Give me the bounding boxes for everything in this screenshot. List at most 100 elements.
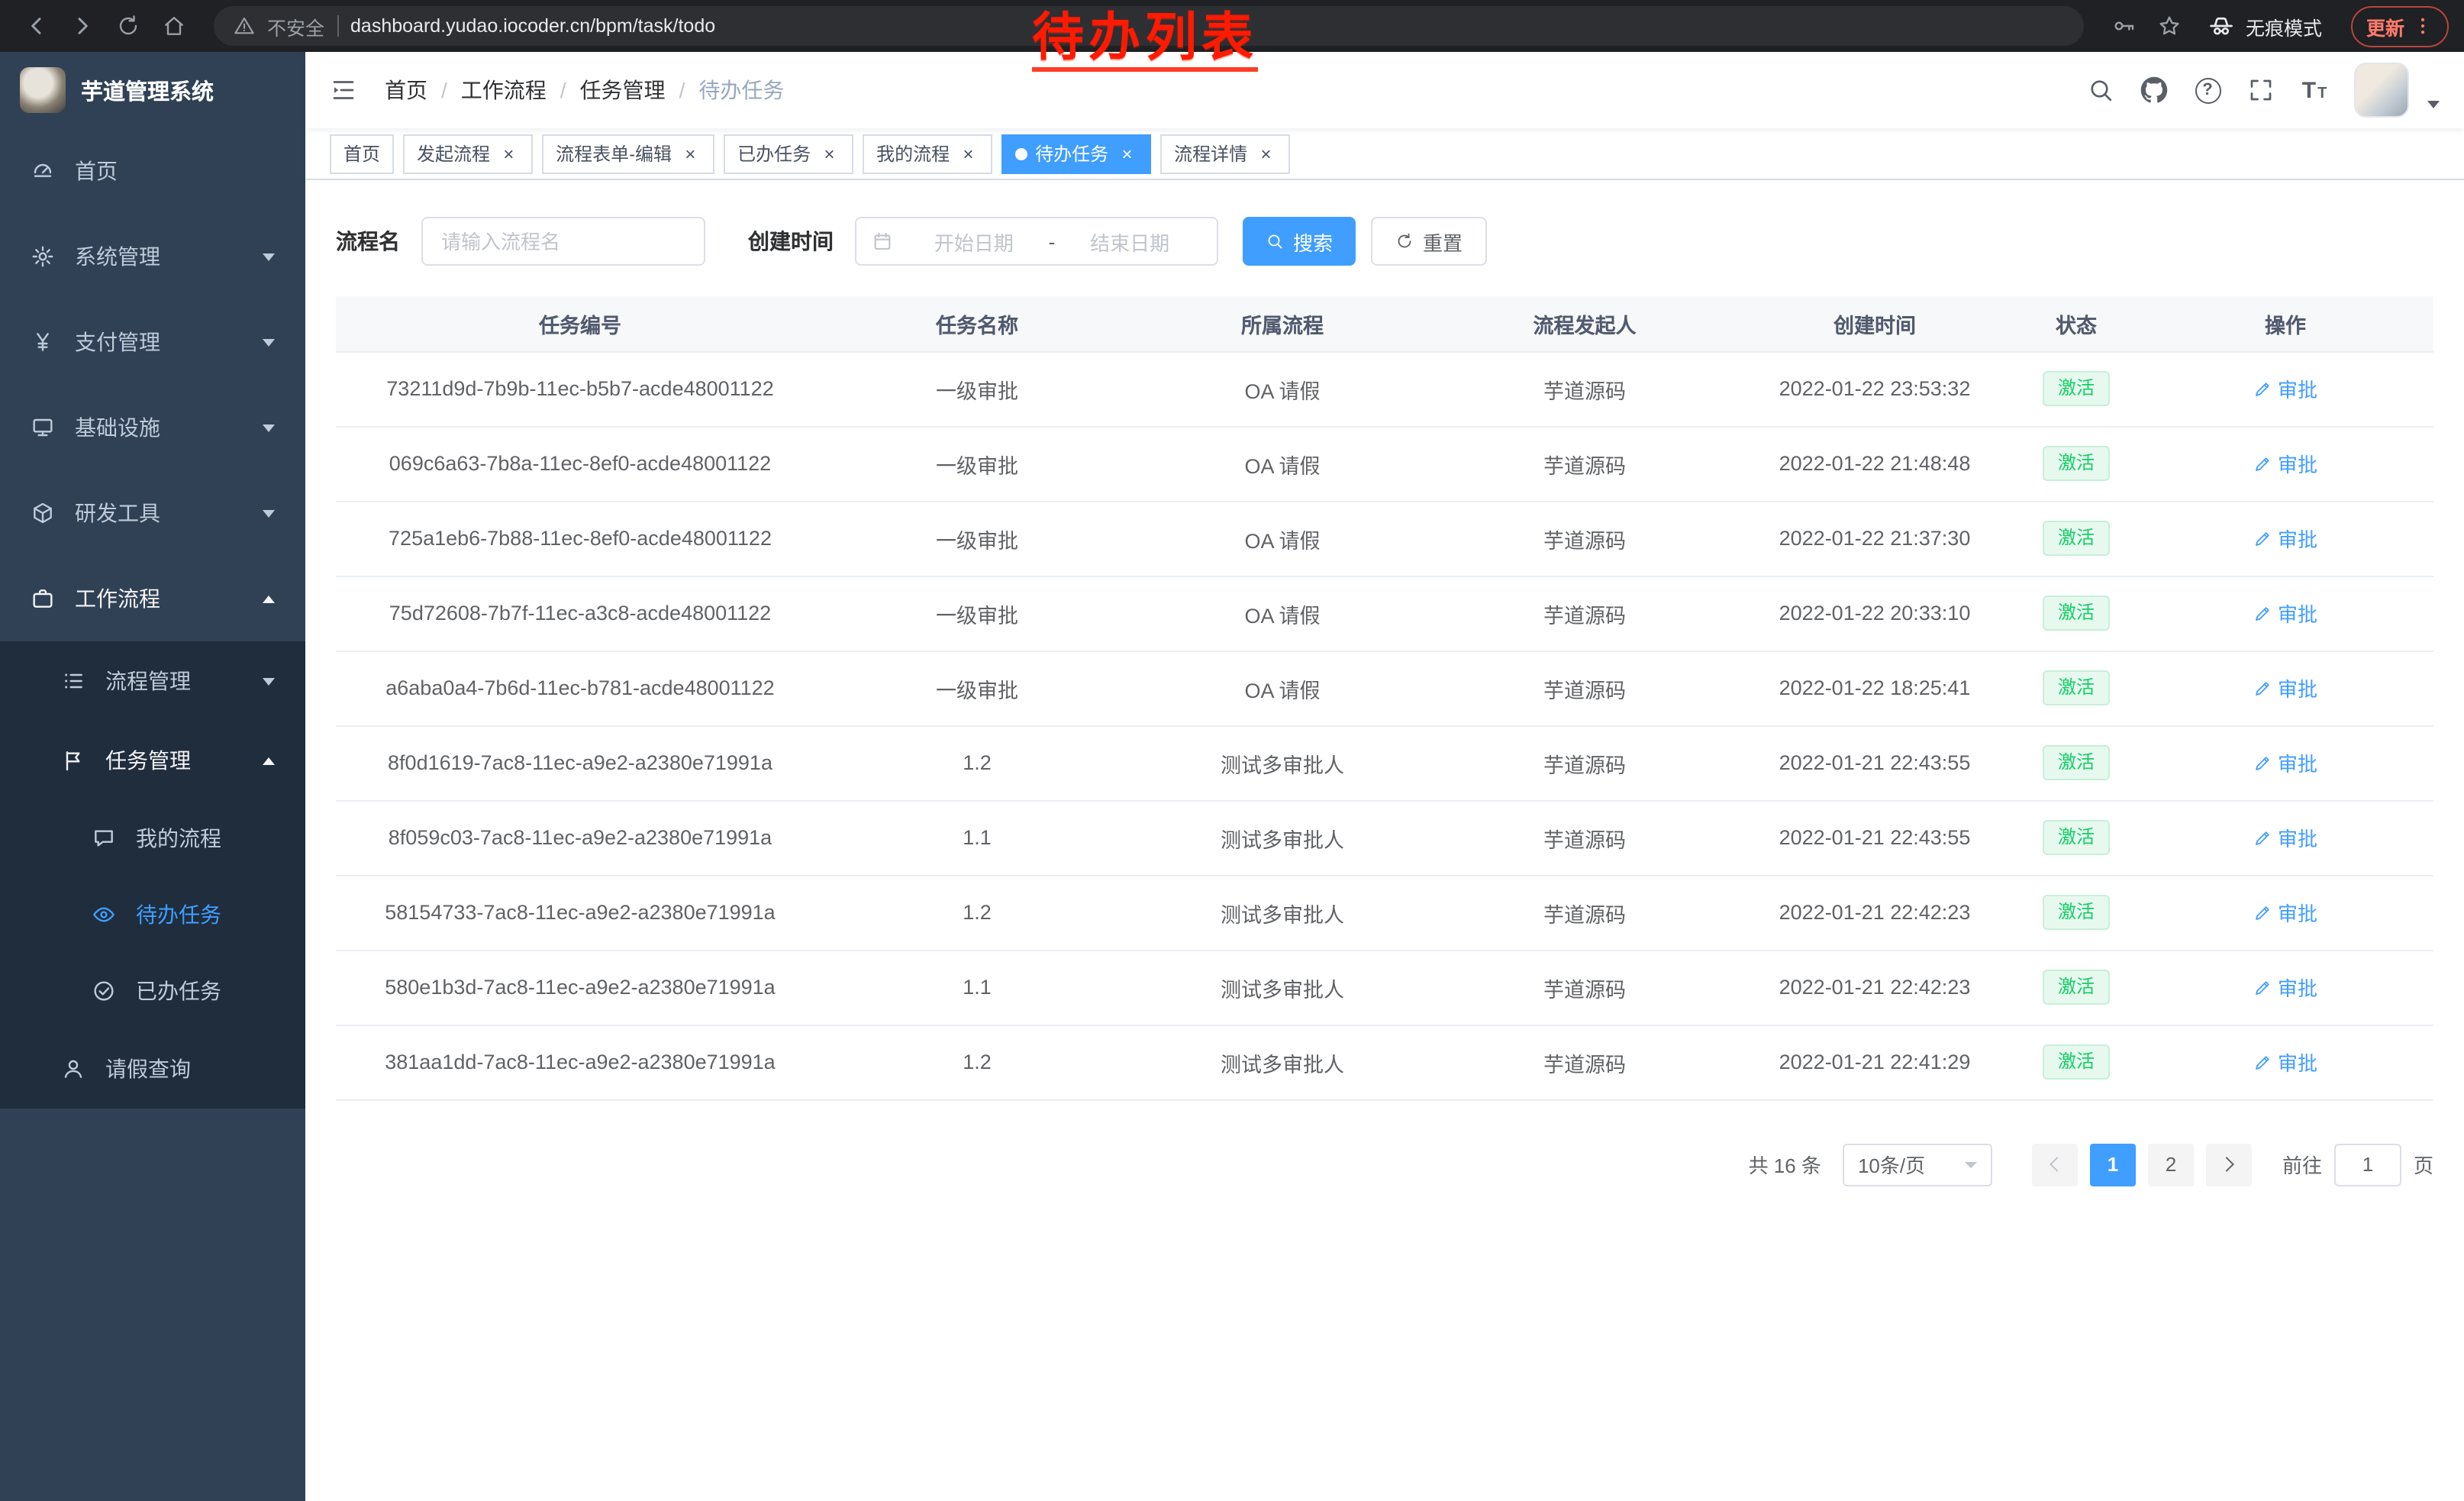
table-row[interactable]: 75d72608-7b7f-11ec-a3c8-acde48001122 一级审… xyxy=(336,576,2433,650)
close-icon[interactable] xyxy=(498,143,519,164)
sidebar-item-payment[interactable]: 支付管理 xyxy=(0,299,305,385)
table-row[interactable]: 58154733-7ac8-11ec-a9e2-a2380e71991a 1.2… xyxy=(336,875,2433,950)
sidebar-item-infra[interactable]: 基础设施 xyxy=(0,385,305,470)
close-icon[interactable] xyxy=(1116,143,1137,164)
reload-icon[interactable] xyxy=(107,6,150,46)
tab[interactable]: 流程详情 xyxy=(1160,134,1290,173)
bookmark-star-icon[interactable] xyxy=(2148,6,2191,46)
approve-link[interactable]: 审批 xyxy=(2253,898,2317,927)
cell-status: 激活 xyxy=(2015,501,2137,576)
caret-down-icon[interactable] xyxy=(2427,101,2440,108)
sidebar-item-home[interactable]: 首页 xyxy=(0,128,305,214)
prev-page-button[interactable] xyxy=(2032,1143,2078,1186)
help-icon[interactable] xyxy=(2188,70,2227,110)
approve-link[interactable]: 审批 xyxy=(2253,748,2317,777)
sidebar-item-system[interactable]: 系统管理 xyxy=(0,214,305,299)
table-row[interactable]: 069c6a63-7b8a-11ec-8ef0-acde48001122 一级审… xyxy=(336,426,2433,501)
close-icon[interactable] xyxy=(679,143,701,164)
sidebar-item-todo-tasks[interactable]: 待办任务 xyxy=(0,876,305,953)
key-icon[interactable] xyxy=(2102,6,2145,46)
forward-icon[interactable] xyxy=(61,6,104,46)
app-logo[interactable]: 芋道管理系统 xyxy=(0,52,305,128)
page-number-button[interactable]: 2 xyxy=(2148,1143,2194,1186)
sidebar-item-leave-query[interactable]: 请假查询 xyxy=(0,1029,305,1109)
table-row[interactable]: 8f0d1619-7ac8-11ec-a9e2-a2380e71991a 1.2… xyxy=(336,725,2433,800)
close-icon[interactable] xyxy=(1255,143,1276,164)
search-icon[interactable] xyxy=(2081,70,2121,110)
pagination: 共 16 条 10条/页 1 2 前往 页 xyxy=(336,1143,2433,1186)
cell-task-id: 725a1eb6-7b88-11ec-8ef0-acde48001122 xyxy=(336,501,824,576)
sidebar-item-process-mgmt[interactable]: 流程管理 xyxy=(0,641,305,721)
tab[interactable]: 发起流程 xyxy=(403,134,533,173)
breadcrumb-separator: / xyxy=(441,78,447,102)
reset-button[interactable]: 重置 xyxy=(1371,217,1487,266)
yen-icon xyxy=(31,330,55,354)
font-size-icon[interactable] xyxy=(2295,70,2334,110)
goto-page-input[interactable] xyxy=(2334,1143,2401,1186)
sidebar-item-devtools[interactable]: 研发工具 xyxy=(0,470,305,556)
user-icon xyxy=(61,1057,85,1081)
sidebar-item-task-mgmt[interactable]: 任务管理 xyxy=(0,721,305,800)
approve-link[interactable]: 审批 xyxy=(2253,524,2317,553)
sidebar-item-done-tasks[interactable]: 已办任务 xyxy=(0,953,305,1029)
approve-link[interactable]: 审批 xyxy=(2253,973,2317,1002)
github-icon[interactable] xyxy=(2134,70,2174,110)
table-row[interactable]: 580e1b3d-7ac8-11ec-a9e2-a2380e71991a 1.1… xyxy=(336,950,2433,1025)
breadcrumb-workflow[interactable]: 工作流程 xyxy=(461,75,547,105)
tab[interactable]: 已办任务 xyxy=(724,134,853,173)
sidebar-toggle-icon[interactable] xyxy=(330,76,357,104)
table-row[interactable]: 8f059c03-7ac8-11ec-a9e2-a2380e71991a 1.1… xyxy=(336,800,2433,875)
close-icon[interactable] xyxy=(818,143,840,164)
cell-starter: 芋道源码 xyxy=(1435,351,1734,426)
tab[interactable]: 待办任务 xyxy=(1001,134,1151,173)
back-icon[interactable] xyxy=(15,6,58,46)
breadcrumb: 首页 / 工作流程 / 任务管理 / 待办任务 xyxy=(385,75,784,105)
menu-label: 工作流程 xyxy=(75,583,160,614)
cell-create-time: 2022-01-21 22:41:29 xyxy=(1734,1025,2015,1099)
page-size-select[interactable]: 10条/页 xyxy=(1843,1143,1992,1186)
table-row[interactable]: 725a1eb6-7b88-11ec-8ef0-acde48001122 一级审… xyxy=(336,501,2433,576)
chevron-left-icon xyxy=(2050,1157,2065,1172)
workflow-submenu: 流程管理 任务管理 我的流程 待办任务 xyxy=(0,641,305,1109)
next-page-button[interactable] xyxy=(2206,1143,2252,1186)
breadcrumb-task-mgmt[interactable]: 任务管理 xyxy=(580,75,666,105)
sidebar-item-workflow[interactable]: 工作流程 xyxy=(0,556,305,641)
tab-label: 发起流程 xyxy=(417,140,490,166)
page-number-button[interactable]: 1 xyxy=(2090,1143,2136,1186)
search-button[interactable]: 搜索 xyxy=(1243,217,1356,266)
approve-link-label: 审批 xyxy=(2278,898,2317,927)
table-row[interactable]: a6aba0a4-7b6d-11ec-b781-acde48001122 一级审… xyxy=(336,650,2433,725)
process-name-input[interactable] xyxy=(421,217,705,266)
start-date-placeholder[interactable]: 开始日期 xyxy=(902,227,1046,256)
tab[interactable]: 流程表单-编辑 xyxy=(542,134,714,173)
breadcrumb-home[interactable]: 首页 xyxy=(385,75,427,105)
url-text[interactable]: dashboard.yudao.iocoder.cn/bpm/task/todo xyxy=(350,15,715,37)
chat-icon xyxy=(92,826,116,851)
chevron-up-icon xyxy=(263,757,275,764)
cell-process: OA 请假 xyxy=(1130,426,1435,501)
approve-link[interactable]: 审批 xyxy=(2253,449,2317,478)
tab[interactable]: 我的流程 xyxy=(863,134,992,173)
update-button[interactable]: 更新 xyxy=(2351,5,2449,47)
date-range-picker[interactable]: 开始日期 - 结束日期 xyxy=(855,217,1218,266)
kebab-menu-icon[interactable] xyxy=(2412,15,2433,37)
approve-link[interactable]: 审批 xyxy=(2253,374,2317,403)
fullscreen-icon[interactable] xyxy=(2241,70,2281,110)
home-icon[interactable] xyxy=(153,6,195,46)
tab[interactable]: 首页 xyxy=(330,134,394,173)
table-row[interactable]: 381aa1dd-7ac8-11ec-a9e2-a2380e71991a 1.2… xyxy=(336,1025,2433,1099)
approve-link[interactable]: 审批 xyxy=(2253,1047,2317,1077)
security-label[interactable]: 不安全 xyxy=(267,11,324,40)
cell-create-time: 2022-01-22 18:25:41 xyxy=(1734,650,2015,725)
col-status: 状态 xyxy=(2015,296,2137,351)
col-create-time: 创建时间 xyxy=(1734,296,2015,351)
avatar[interactable] xyxy=(2354,63,2409,118)
sidebar-item-my-process[interactable]: 我的流程 xyxy=(0,800,305,876)
table-row[interactable]: 73211d9d-7b9b-11ec-b5b7-acde48001122 一级审… xyxy=(336,351,2433,426)
end-date-placeholder[interactable]: 结束日期 xyxy=(1058,227,1201,256)
approve-link[interactable]: 审批 xyxy=(2253,823,2317,852)
close-icon[interactable] xyxy=(957,143,979,164)
edit-icon xyxy=(2253,828,2272,847)
approve-link[interactable]: 审批 xyxy=(2253,673,2317,702)
approve-link[interactable]: 审批 xyxy=(2253,599,2317,628)
